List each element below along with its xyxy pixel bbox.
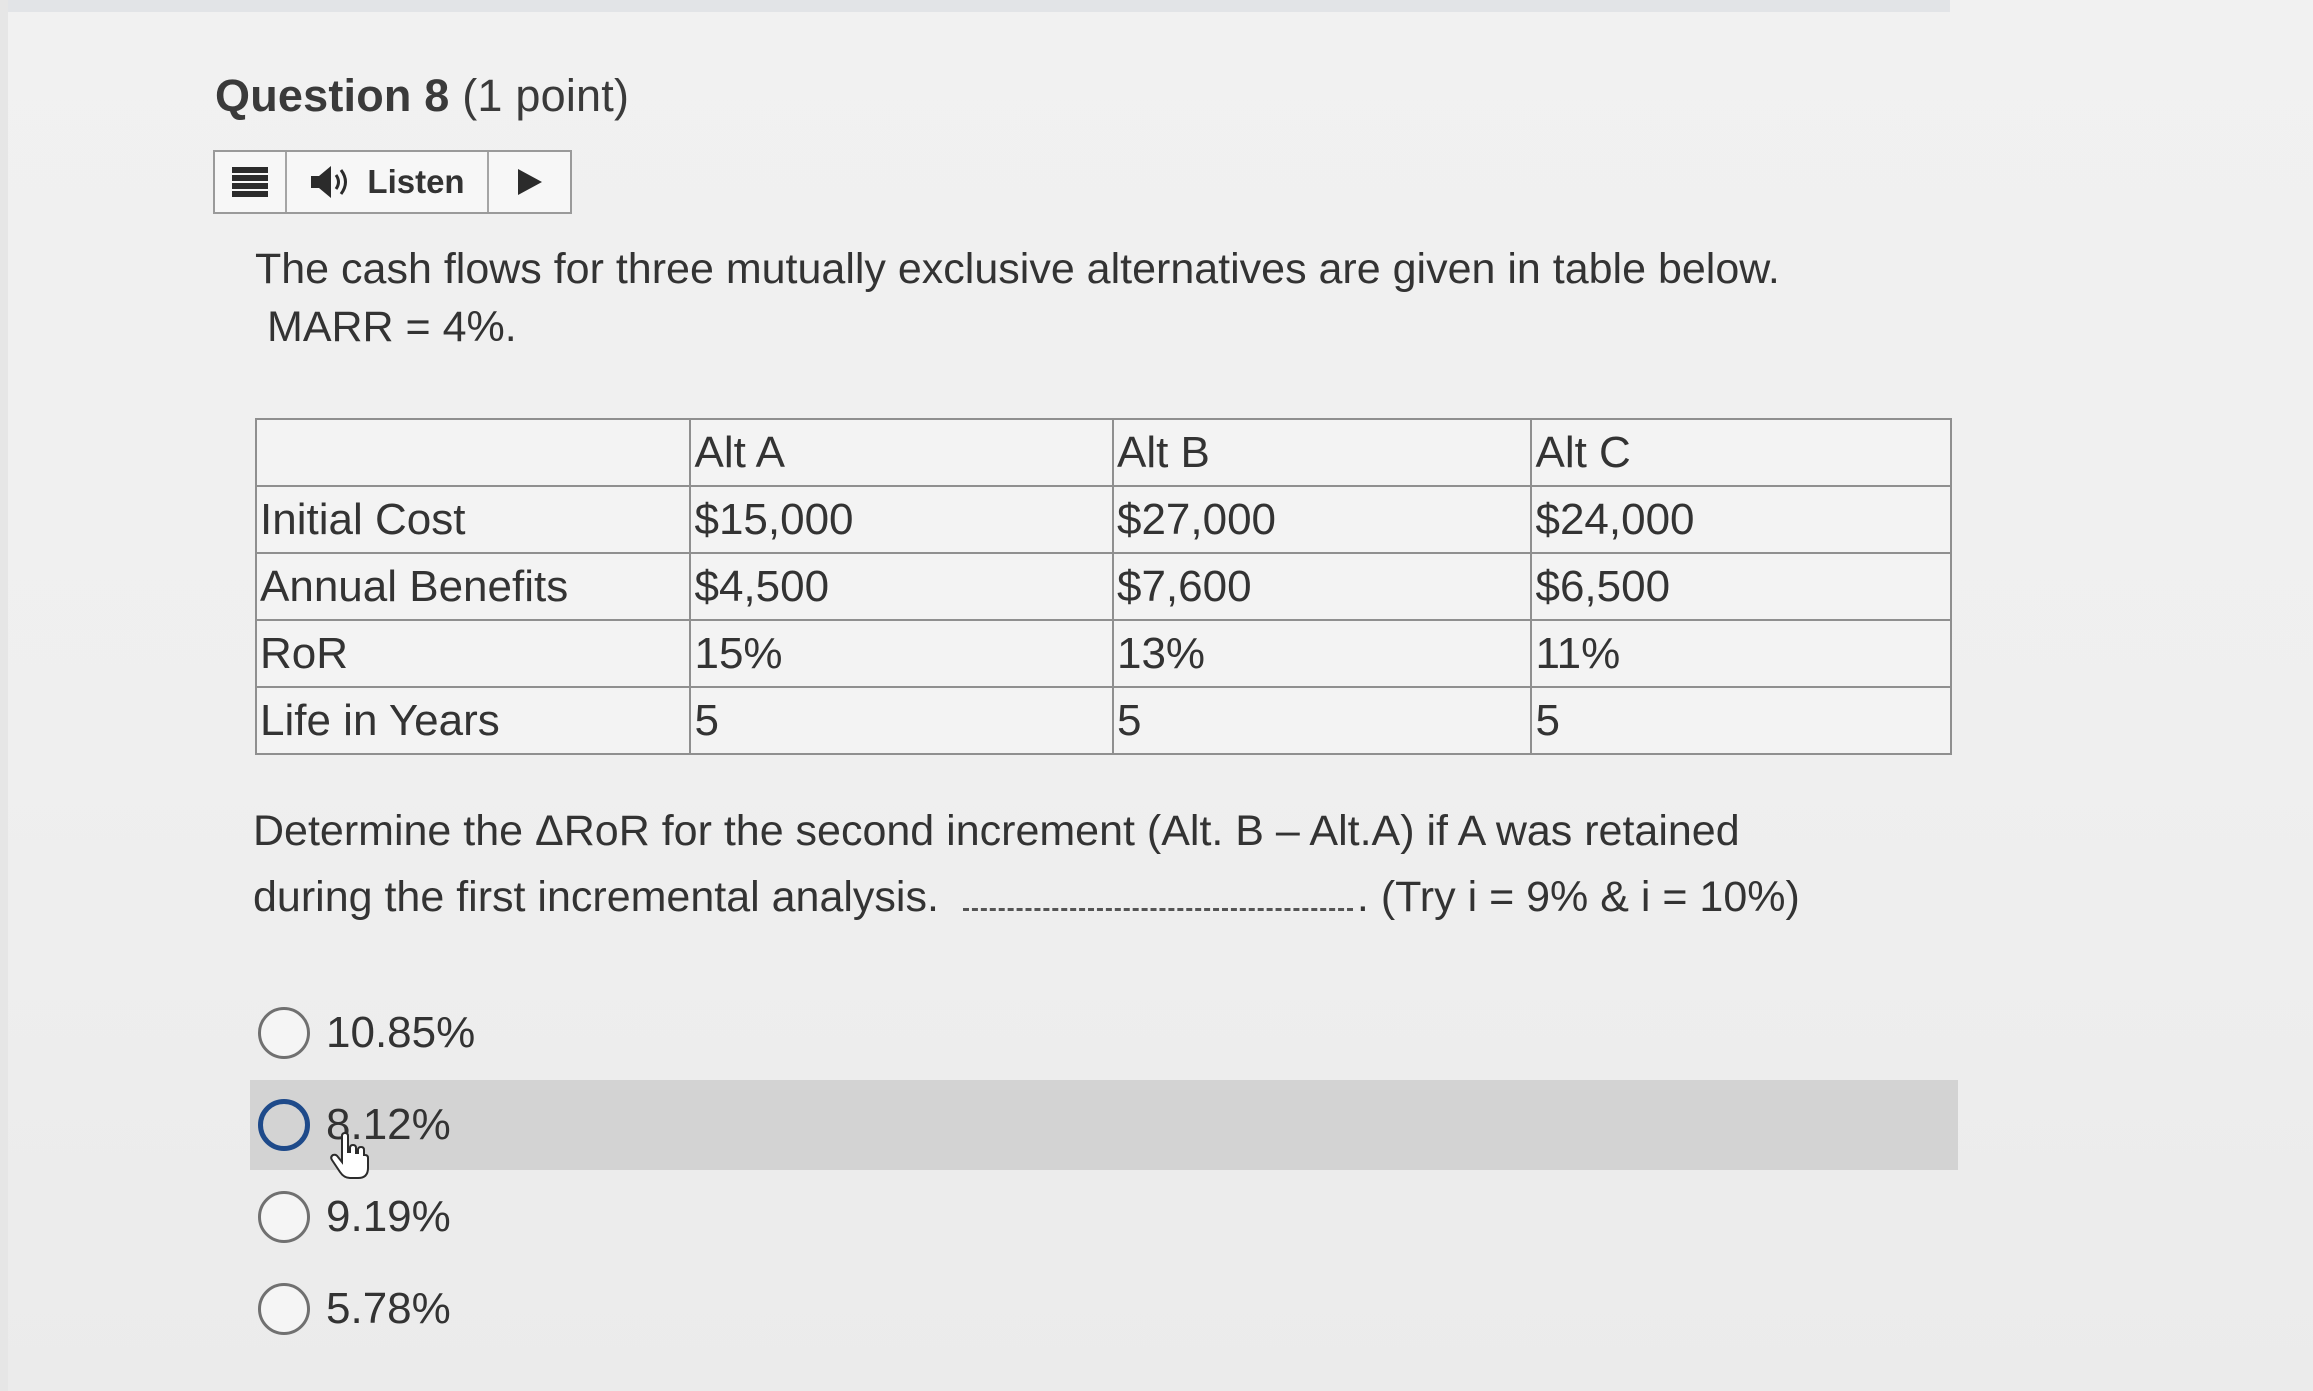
table-cell: $7,600 bbox=[1111, 552, 1533, 621]
incremental-question-hint: . (Try i = 9% & i = 10%) bbox=[1356, 873, 1800, 921]
table-cell: 5 bbox=[689, 686, 1114, 755]
table-cell: 15% bbox=[689, 619, 1114, 688]
prompt-line-1: The cash flows for three mutually exclus… bbox=[255, 245, 1780, 293]
answer-blank bbox=[962, 878, 1353, 911]
play-icon bbox=[517, 169, 542, 195]
table-header-row: Alt A Alt B Alt C bbox=[254, 418, 1952, 487]
table-cell: $15,000 bbox=[689, 485, 1114, 554]
listen-toolbar: Listen bbox=[213, 150, 572, 214]
table-cell: 5 bbox=[1111, 686, 1533, 755]
table-row: Life in Years 5 5 5 bbox=[254, 686, 1952, 755]
incremental-question-text: during the first incremental analysis. bbox=[253, 873, 939, 921]
answer-option-label: 10.85% bbox=[326, 1008, 476, 1057]
table-cell: $4,500 bbox=[689, 552, 1114, 621]
radio-button[interactable] bbox=[258, 1099, 310, 1151]
answer-options: 10.85% 8.12% 9.19% 5.78% bbox=[250, 988, 1958, 1356]
answer-option[interactable]: 9.19% bbox=[250, 1172, 1958, 1262]
table-row: Annual Benefits $4,500 $7,600 $6,500 bbox=[254, 552, 1952, 621]
table-row-label: Annual Benefits bbox=[254, 552, 692, 621]
incremental-question-line-2: during the first incremental analysis. . … bbox=[253, 864, 1953, 930]
table-header-cell: Alt C bbox=[1530, 418, 1952, 487]
answer-option-label: 9.19% bbox=[326, 1192, 451, 1241]
radio-button[interactable] bbox=[258, 1283, 310, 1335]
answer-option[interactable]: 10.85% bbox=[250, 988, 1958, 1078]
cash-flow-table: Alt A Alt B Alt C Initial Cost $15,000 $… bbox=[254, 418, 1952, 755]
question-prompt: The cash flows for three mutually exclus… bbox=[255, 240, 1955, 356]
left-page-edge bbox=[0, 0, 8, 1391]
question-title: Question 8 (1 point) bbox=[215, 70, 629, 122]
table-cell: 5 bbox=[1530, 686, 1952, 755]
table-row: RoR 15% 13% 11% bbox=[254, 619, 1952, 688]
table-row-label: Life in Years bbox=[254, 686, 692, 755]
radio-button[interactable] bbox=[258, 1191, 310, 1243]
table-cell: 13% bbox=[1111, 619, 1533, 688]
menu-icon bbox=[232, 167, 268, 197]
incremental-question: Determine the ΔRoR for the second increm… bbox=[253, 798, 1953, 930]
radio-button[interactable] bbox=[258, 1007, 310, 1059]
table-cell: $27,000 bbox=[1111, 485, 1533, 554]
listen-button[interactable]: Listen bbox=[287, 152, 489, 212]
listen-label: Listen bbox=[367, 163, 465, 200]
table-cell: 11% bbox=[1530, 619, 1952, 688]
table-cell: $24,000 bbox=[1530, 485, 1952, 554]
prompt-line-2: MARR = 4%. bbox=[267, 303, 517, 351]
table-header-cell bbox=[254, 418, 692, 487]
question-number: Question 8 bbox=[215, 70, 450, 121]
listen-menu-button[interactable] bbox=[215, 152, 287, 212]
table-row: Initial Cost $15,000 $27,000 $24,000 bbox=[254, 485, 1952, 554]
table-row-label: RoR bbox=[254, 619, 692, 688]
table-cell: $6,500 bbox=[1530, 552, 1952, 621]
answer-option[interactable]: 5.78% bbox=[250, 1264, 1958, 1354]
table-header-cell: Alt A bbox=[689, 418, 1114, 487]
table-header-cell: Alt B bbox=[1111, 418, 1533, 487]
top-border-strip bbox=[0, 0, 1950, 12]
speaker-icon bbox=[311, 166, 348, 198]
incremental-question-line-1: Determine the ΔRoR for the second increm… bbox=[253, 807, 1740, 855]
answer-option-hovered[interactable]: 8.12% bbox=[250, 1080, 1958, 1179]
table-row-label: Initial Cost bbox=[254, 485, 692, 554]
listen-play-button[interactable] bbox=[489, 152, 570, 212]
question-points: (1 point) bbox=[462, 70, 630, 121]
answer-option-label: 5.78% bbox=[326, 1284, 451, 1333]
